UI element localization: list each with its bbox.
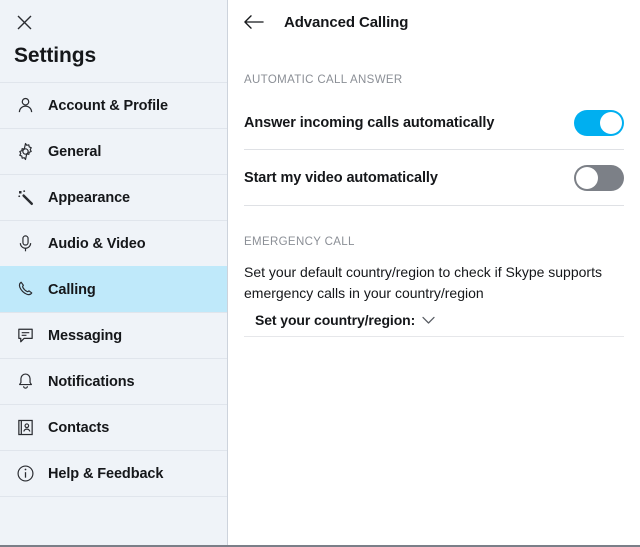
sidebar-item-label: Appearance	[48, 189, 131, 206]
panel-content: AUTOMATIC CALL ANSWER Answer incoming ca…	[228, 74, 640, 337]
setting-label: Start my video automatically	[244, 169, 438, 186]
magic-wand-icon	[14, 187, 36, 209]
sidebar-item-messaging[interactable]: Messaging	[0, 312, 227, 358]
sidebar-item-label: General	[48, 143, 102, 160]
settings-window: Settings Account & Profile General Appea…	[0, 0, 640, 547]
sidebar-item-label: Account & Profile	[48, 97, 168, 114]
person-icon	[14, 95, 36, 117]
sidebar-item-general[interactable]: General	[0, 128, 227, 174]
back-arrow-icon[interactable]	[239, 8, 267, 36]
emergency-call-description: Set your default country/region to check…	[244, 264, 602, 302]
chevron-down-icon	[422, 316, 435, 325]
sidebar-bottom-divider	[0, 496, 227, 507]
close-icon[interactable]	[13, 11, 35, 33]
toggle-start-my-video[interactable]	[574, 164, 624, 191]
setting-row-start-my-video: Start my video automatically	[244, 150, 624, 206]
setting-row-answer-incoming-calls: Answer incoming calls automatically	[244, 96, 624, 150]
microphone-icon	[14, 233, 36, 255]
toggle-answer-incoming-calls[interactable]	[574, 109, 624, 136]
sidebar-item-calling[interactable]: Calling	[0, 266, 227, 312]
sidebar-close-row	[0, 0, 227, 44]
section-label-emergency-call: EMERGENCY CALL	[244, 236, 355, 248]
settings-heading: Settings	[14, 44, 97, 67]
panel-header: Advanced Calling	[228, 0, 640, 44]
page-title: Advanced Calling	[284, 13, 409, 31]
advanced-calling-panel: Advanced Calling AUTOMATIC CALL ANSWER A…	[228, 0, 640, 545]
contact-card-icon	[14, 417, 36, 439]
sidebar-item-audio-video[interactable]: Audio & Video	[0, 220, 227, 266]
sidebar-item-label: Contacts	[48, 419, 110, 436]
sidebar-item-label: Calling	[48, 281, 96, 298]
section-label-automatic-call-answer: AUTOMATIC CALL ANSWER	[244, 74, 403, 86]
sidebar-item-label: Audio & Video	[48, 235, 146, 252]
sidebar-item-contacts[interactable]: Contacts	[0, 404, 227, 450]
sidebar-item-notifications[interactable]: Notifications	[0, 358, 227, 404]
chat-bubble-icon	[14, 325, 36, 347]
gear-icon	[14, 141, 36, 163]
settings-sidebar: Settings Account & Profile General Appea…	[0, 0, 228, 545]
sidebar-item-label: Notifications	[48, 373, 135, 390]
toggle-knob	[600, 111, 622, 134]
setting-label: Answer incoming calls automatically	[244, 114, 495, 131]
info-circle-icon	[14, 463, 36, 485]
sidebar-item-label: Help & Feedback	[48, 465, 164, 482]
country-region-label: Set your country/region:	[255, 312, 416, 329]
toggle-knob	[576, 166, 598, 189]
phone-icon	[14, 279, 36, 301]
sidebar-item-account-profile[interactable]: Account & Profile	[0, 82, 227, 128]
country-region-selector[interactable]: Set your country/region:	[244, 305, 624, 337]
sidebar-item-help-feedback[interactable]: Help & Feedback	[0, 450, 227, 496]
bell-icon	[14, 371, 36, 393]
sidebar-item-appearance[interactable]: Appearance	[0, 174, 227, 220]
sidebar-item-label: Messaging	[48, 327, 123, 344]
